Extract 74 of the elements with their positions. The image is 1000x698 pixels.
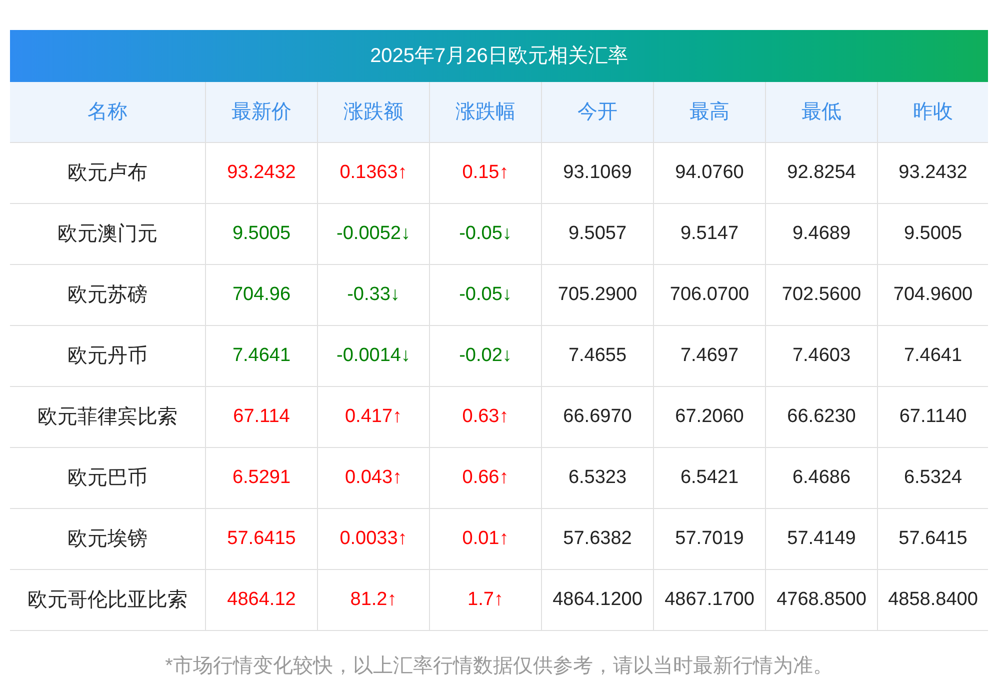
column-header: 最低 (765, 82, 877, 142)
table-cell: -0.05↓ (429, 204, 541, 264)
column-header: 名称 (86, 100, 128, 125)
table-cell: 6.4686 (765, 448, 877, 508)
table-cell: 705.2900 (541, 265, 653, 325)
column-header: 涨跌额 (317, 82, 429, 142)
table-cell: 0.01↑ (429, 509, 541, 569)
column-header: 涨跌幅 (429, 82, 541, 142)
table-cell-text: 欧元澳门元 (56, 222, 158, 247)
table-cell: 0.1363↑ (317, 143, 429, 203)
table-cell: 66.6230 (765, 387, 877, 447)
table-cell: 706.0700 (653, 265, 765, 325)
table-cell-text: 欧元埃镑 (66, 527, 148, 552)
table-cell: 7.4697 (653, 326, 765, 386)
table-cell: 9.5147 (653, 204, 765, 264)
table-cell: 6.5421 (653, 448, 765, 508)
table-cell: 704.96 (205, 265, 317, 325)
table-cell: 4864.1200 (541, 570, 653, 630)
table-cell: -0.05↓ (429, 265, 541, 325)
table-cell: 9.5005 (205, 204, 317, 264)
table-cell: 67.114 (205, 387, 317, 447)
table-cell: 0.66↑ (429, 448, 541, 508)
table-cell: 0.0033↑ (317, 509, 429, 569)
column-header: 今开 (541, 82, 653, 142)
table-cell: -0.33↓ (317, 265, 429, 325)
table-cell: 6.5323 (541, 448, 653, 508)
table-cell: -0.0014↓ (317, 326, 429, 386)
table-cell: 57.6415 (205, 509, 317, 569)
table-cell: 6.5291 (205, 448, 317, 508)
column-header: 最高 (653, 82, 765, 142)
table-cell: 7.4655 (541, 326, 653, 386)
table-cell: 9.5057 (541, 204, 653, 264)
footnote: *市场行情变化较快，以上汇率行情数据仅供参考，请以当时最新行情为准。 (165, 654, 833, 679)
table-cell: 67.1140 (877, 387, 988, 447)
column-header: 最新价 (205, 82, 317, 142)
table-cell: 57.7019 (653, 509, 765, 569)
table-cell: 6.5324 (877, 448, 988, 508)
table-cell: 0.043↑ (317, 448, 429, 508)
table-cell: -0.02↓ (429, 326, 541, 386)
table-cell-text: 欧元菲律宾比索 (36, 405, 178, 430)
table-cell: 7.4603 (765, 326, 877, 386)
column-header: 昨收 (877, 82, 988, 142)
table-cell: 93.2432 (205, 143, 317, 203)
table-cell: 57.6382 (541, 509, 653, 569)
table-cell: -0.0052↓ (317, 204, 429, 264)
table-cell: 94.0760 (653, 143, 765, 203)
table-cell: 4864.12 (205, 570, 317, 630)
table-cell: 93.2432 (877, 143, 988, 203)
table-cell: 0.417↑ (317, 387, 429, 447)
table-cell: 67.2060 (653, 387, 765, 447)
table-cell: 93.1069 (541, 143, 653, 203)
table-cell: 7.4641 (205, 326, 317, 386)
table-cell: 4768.8500 (765, 570, 877, 630)
table-cell: 0.63↑ (429, 387, 541, 447)
table-cell: 702.5600 (765, 265, 877, 325)
table-cell: 81.2↑ (317, 570, 429, 630)
table-cell-text: 欧元哥伦比亚比索 (26, 588, 188, 613)
table-title: 2025年7月26日欧元相关汇率 (10, 30, 988, 82)
table-cell: 0.15↑ (429, 143, 541, 203)
table-cell-text: 欧元巴币 (66, 466, 148, 491)
table-cell-text: 欧元丹币 (66, 344, 148, 369)
table-cell: 92.8254 (765, 143, 877, 203)
table-cell-text: 欧元苏磅 (66, 283, 148, 308)
table-cell: 4858.8400 (877, 570, 988, 630)
table-cell: 7.4641 (877, 326, 988, 386)
table-cell-text: 欧元卢布 (66, 161, 148, 186)
table-cell: 9.4689 (765, 204, 877, 264)
table-cell: 9.5005 (877, 204, 988, 264)
table-cell: 1.7↑ (429, 570, 541, 630)
table-cell: 704.9600 (877, 265, 988, 325)
table-cell: 57.4149 (765, 509, 877, 569)
table-cell: 66.6970 (541, 387, 653, 447)
table-cell: 4867.1700 (653, 570, 765, 630)
table-cell: 57.6415 (877, 509, 988, 569)
